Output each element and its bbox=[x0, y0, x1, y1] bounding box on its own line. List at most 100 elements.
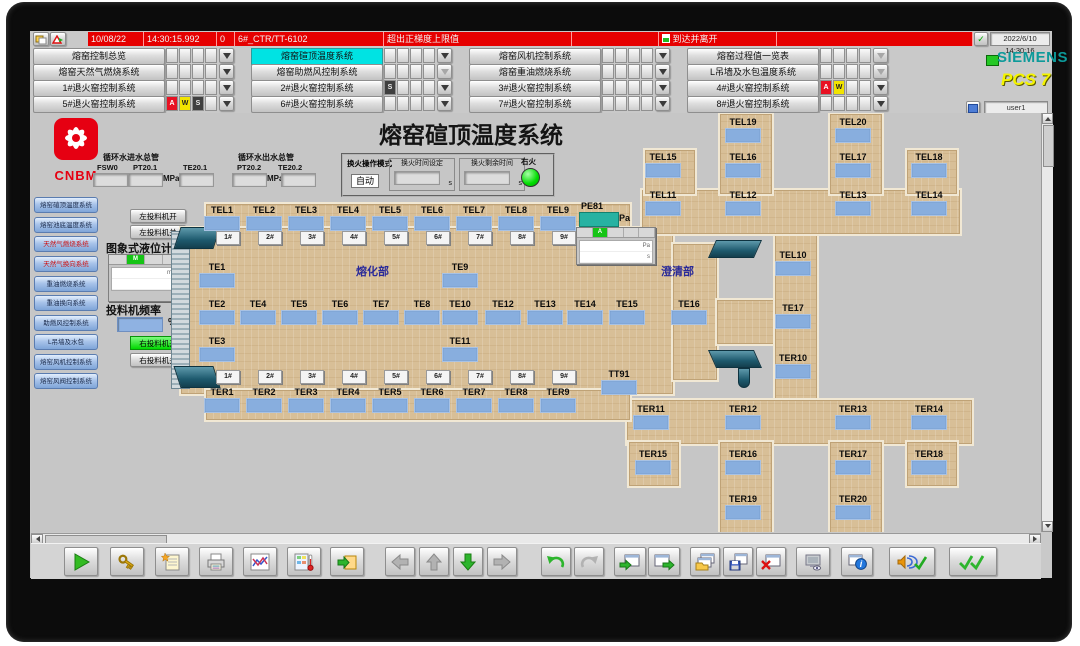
temperature-grid-button[interactable] bbox=[287, 547, 321, 576]
fire-time-remain-input[interactable] bbox=[464, 171, 510, 185]
screen-select-arrow[interactable] bbox=[219, 80, 234, 95]
screen-select-arrow[interactable] bbox=[873, 48, 888, 63]
scroll-up-arrow[interactable] bbox=[1042, 113, 1053, 124]
port-tag: 4# bbox=[342, 231, 366, 245]
scroll-down-arrow[interactable] bbox=[1042, 521, 1053, 532]
open-windows-button[interactable] bbox=[690, 547, 720, 576]
window-out-button[interactable] bbox=[648, 547, 680, 576]
sensor-te1: TE1 bbox=[195, 262, 239, 288]
left-feeder-on-button[interactable]: 左投料机开 bbox=[130, 209, 186, 223]
menu-kiln2[interactable]: 2#退火窑控制系统 bbox=[251, 80, 383, 97]
menu-kiln3[interactable]: 3#退火窑控制系统 bbox=[469, 80, 601, 97]
save-windows-icon bbox=[729, 553, 748, 570]
sidebar-gas-burn[interactable]: 天然气燃烧系统 bbox=[34, 236, 98, 252]
water-in-value[interactable] bbox=[128, 173, 163, 187]
screen-select-arrow[interactable] bbox=[219, 64, 234, 79]
sensor-ter19: TER19 bbox=[721, 494, 765, 520]
menu-kiln8[interactable]: 8#退火窑控制系统 bbox=[687, 96, 819, 113]
port-tag: 7# bbox=[468, 231, 492, 245]
arrow-up-icon bbox=[425, 552, 443, 570]
menu-crown-temp[interactable]: 熔窑碹顶温度系统 bbox=[251, 48, 383, 65]
screen-select-arrow[interactable] bbox=[655, 48, 670, 63]
sidebar-damper-ctrl[interactable]: 熔窑风阀控制系统 bbox=[34, 373, 98, 389]
screen-select-arrow[interactable] bbox=[437, 80, 452, 95]
nav-right-button[interactable] bbox=[487, 547, 517, 576]
menu-kiln5[interactable]: 5#退火窑控制系统 bbox=[33, 96, 165, 113]
screen-select-arrow[interactable] bbox=[437, 96, 452, 111]
sidebar-comb-air[interactable]: 助燃风控制系统 bbox=[34, 315, 98, 331]
import-picture-button[interactable] bbox=[330, 547, 364, 576]
sidebar-fan-ctrl[interactable]: 熔窑风机控制系统 bbox=[34, 354, 98, 370]
water-in-value[interactable] bbox=[93, 173, 128, 187]
new-note-button[interactable] bbox=[155, 547, 189, 576]
nav-left-button[interactable] bbox=[385, 547, 415, 576]
water-in-value[interactable] bbox=[179, 173, 214, 187]
value-box[interactable] bbox=[601, 380, 637, 395]
nav-down-button[interactable] bbox=[453, 547, 483, 576]
menu-kiln1[interactable]: 1#退火窑控制系统 bbox=[33, 80, 165, 97]
sidebar-oil-reverse[interactable]: 重油换向系统 bbox=[34, 295, 98, 311]
menu-fan-control[interactable]: 熔窑风机控制系统 bbox=[469, 48, 601, 65]
delete-window-button[interactable] bbox=[756, 547, 786, 576]
redo-button[interactable] bbox=[574, 547, 604, 576]
menu-kiln6[interactable]: 6#退火窑控制系统 bbox=[251, 96, 383, 113]
nav-up-button[interactable] bbox=[419, 547, 449, 576]
sidebar-oil-burn[interactable]: 重油燃烧系统 bbox=[34, 276, 98, 292]
menu-kiln4[interactable]: 4#退火窑控制系统 bbox=[687, 80, 819, 97]
pe81-value[interactable] bbox=[579, 212, 619, 227]
screen-select-arrow[interactable] bbox=[219, 48, 234, 63]
ack-all-button[interactable] bbox=[949, 547, 997, 576]
sensor-tt91: TT91 bbox=[597, 369, 641, 395]
sidebar-crown-temp[interactable]: 熔窑碹顶温度系统 bbox=[34, 197, 98, 213]
screen-select-arrow[interactable] bbox=[655, 80, 670, 95]
screen-select-arrow[interactable] bbox=[437, 64, 452, 79]
menu-lwall-waterbag[interactable]: L吊墙及水包温度系统 bbox=[687, 64, 819, 81]
trend-button[interactable] bbox=[243, 547, 277, 576]
menu-natural-gas[interactable]: 熔窑天然气燃烧系统 bbox=[33, 64, 165, 81]
audio-ack-button[interactable] bbox=[889, 547, 935, 576]
burner-bottom bbox=[707, 350, 763, 368]
info-window-button[interactable]: i bbox=[841, 547, 873, 576]
window-in-button[interactable] bbox=[614, 547, 646, 576]
login-key-button[interactable] bbox=[110, 547, 144, 576]
screen-select-arrow[interactable] bbox=[437, 48, 452, 63]
sensor-tel20: TEL20 bbox=[831, 117, 875, 143]
menu-heavy-oil[interactable]: 熔窑重油燃烧系统 bbox=[469, 64, 601, 81]
runtime-toolbar: i bbox=[31, 543, 1041, 579]
display-button[interactable] bbox=[796, 547, 830, 576]
screen-select-arrow[interactable] bbox=[873, 80, 888, 95]
screen-select-arrow[interactable] bbox=[873, 64, 888, 79]
print-report-button[interactable] bbox=[199, 547, 233, 576]
run-button[interactable] bbox=[64, 547, 98, 576]
sidebar-gas-reverse[interactable]: 天然气换向系统 bbox=[34, 256, 98, 272]
screen-select-arrow[interactable] bbox=[873, 96, 888, 111]
chevron-down-icon bbox=[440, 52, 449, 63]
screen-select-arrow[interactable] bbox=[219, 96, 234, 111]
screen-select-arrow[interactable] bbox=[655, 64, 670, 79]
menu-overview[interactable]: 熔窑控制总览 bbox=[33, 48, 165, 65]
water-out-value[interactable] bbox=[281, 173, 316, 187]
alarm-ack-nav-button[interactable] bbox=[50, 32, 66, 46]
save-windows-button[interactable] bbox=[723, 547, 753, 576]
water-out-value[interactable] bbox=[232, 173, 267, 187]
fire-time-set-input[interactable] bbox=[394, 171, 440, 185]
sidebar-bottom-temp[interactable]: 熔窑池底温度系统 bbox=[34, 217, 98, 233]
sensor-te17: TE17 bbox=[771, 303, 815, 329]
menu-kiln7[interactable]: 7#退火窑控制系统 bbox=[469, 96, 601, 113]
port-tag: 2# bbox=[258, 370, 282, 384]
sensor-ter5: TER5 bbox=[368, 387, 412, 413]
ack-button[interactable]: ✓ bbox=[974, 32, 988, 46]
vertical-scrollbar[interactable] bbox=[1041, 113, 1054, 532]
menu-process-values[interactable]: 熔窑过程值一览表 bbox=[687, 48, 819, 65]
fire-mode-button[interactable]: 自动 bbox=[351, 174, 379, 188]
screen-select-arrow[interactable] bbox=[655, 96, 670, 111]
scroll-thumb[interactable] bbox=[1043, 125, 1054, 167]
feeder-freq-value[interactable] bbox=[117, 317, 163, 332]
alarm-window-button[interactable] bbox=[33, 32, 49, 46]
pe81-faceplate[interactable]: A Pa s bbox=[576, 227, 656, 265]
sidebar-lwall[interactable]: L吊墙及水包 bbox=[34, 334, 98, 350]
menu-combustion-air[interactable]: 熔窑助燃风控制系统 bbox=[251, 64, 383, 81]
melting-section-label: 熔化部 bbox=[356, 266, 389, 278]
undo-button[interactable] bbox=[541, 547, 571, 576]
page-title: 熔窑碹顶温度系统 bbox=[379, 123, 563, 148]
